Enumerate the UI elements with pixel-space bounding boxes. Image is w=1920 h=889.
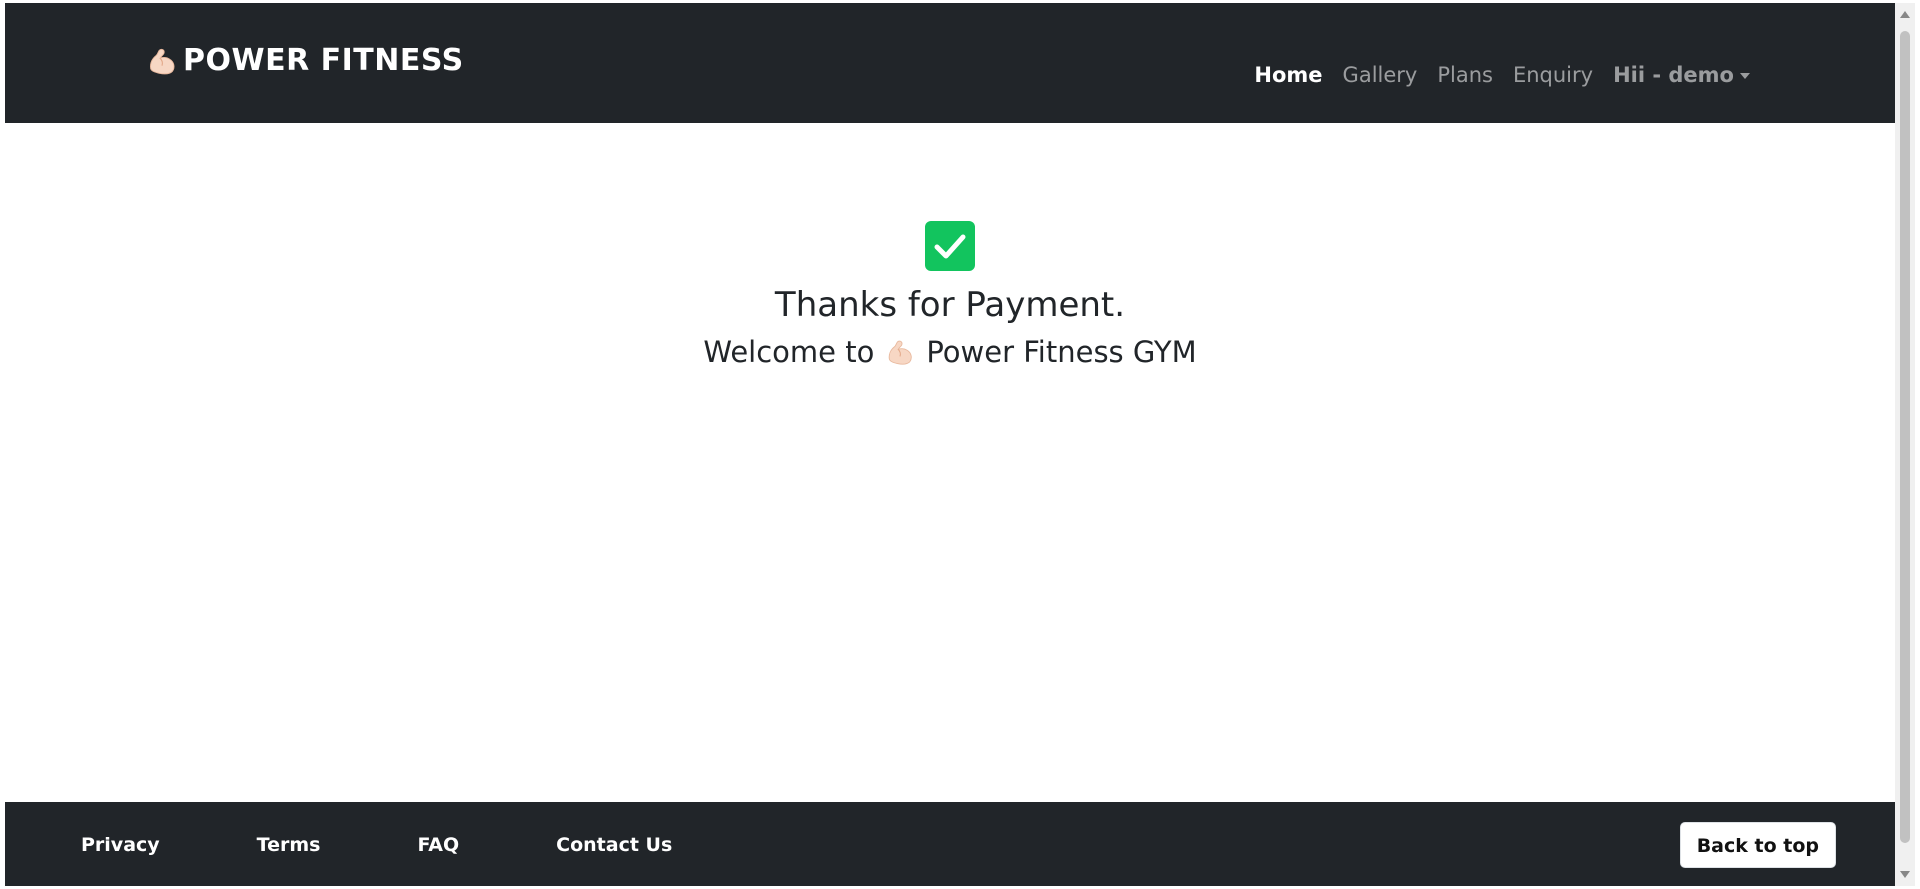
scrollbar-thumb[interactable] [1900,31,1910,843]
flexed-biceps-icon [889,340,913,365]
nav-home[interactable]: Home [1254,63,1322,87]
back-to-top-button[interactable]: Back to top [1679,822,1836,868]
welcome-prefix: Welcome to [703,335,875,369]
scroll-down-arrow-icon[interactable] [1900,871,1910,878]
welcome-message: Welcome to Power Fitness GYM [5,335,1895,369]
flexed-biceps-icon [150,48,175,74]
vertical-scrollbar[interactable] [1895,3,1915,886]
footer-terms-link[interactable]: Terms [257,834,321,856]
footer-contact-link[interactable]: Contact Us [556,834,672,856]
brand-link[interactable]: POWER FITNESS [145,43,464,78]
page-viewport: POWER FITNESS Home Gallery Plans Enquiry… [5,3,1895,886]
caret-down-icon [1740,73,1750,79]
check-square-icon [925,221,975,271]
welcome-gym-name: Power Fitness GYM [926,335,1197,369]
scroll-up-arrow-icon[interactable] [1900,11,1910,18]
top-navbar: POWER FITNESS Home Gallery Plans Enquiry… [5,3,1895,123]
footer-privacy-link[interactable]: Privacy [81,834,160,856]
footer-faq-link[interactable]: FAQ [417,834,459,856]
user-menu-dropdown[interactable]: Hii - demo [1613,63,1750,87]
nav-gallery[interactable]: Gallery [1343,63,1418,87]
brand-name: POWER FITNESS [183,43,464,78]
payment-thanks-heading: Thanks for Payment. [774,285,1126,325]
nav-enquiry[interactable]: Enquiry [1513,63,1593,87]
nav-plans[interactable]: Plans [1437,63,1493,87]
main-content: Thanks for Payment. Welcome to Power Fit… [5,123,1895,803]
user-menu-label: Hii - demo [1613,63,1734,87]
page-footer: Privacy Terms FAQ Contact Us Back to top [5,802,1895,886]
browser-frame: POWER FITNESS Home Gallery Plans Enquiry… [0,0,1920,889]
nav-links: Home Gallery Plans Enquiry Hii - demo [1254,63,1750,87]
footer-links: Privacy Terms FAQ Contact Us [81,834,672,856]
